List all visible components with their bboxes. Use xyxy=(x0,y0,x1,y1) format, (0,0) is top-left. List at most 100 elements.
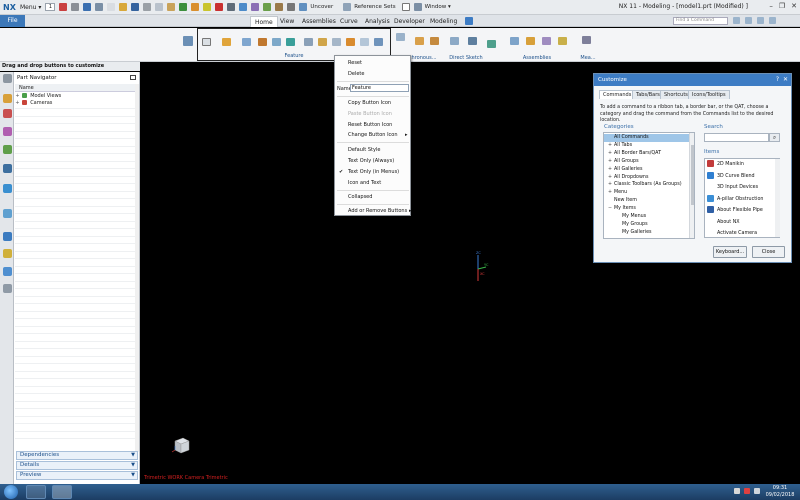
categories-scrollbar[interactable] xyxy=(689,133,694,238)
profile-icon[interactable] xyxy=(450,37,459,45)
assembly-navigator-icon[interactable] xyxy=(3,94,12,103)
hole-icon[interactable] xyxy=(272,38,281,46)
preview-panel-header[interactable]: Preview ▼ xyxy=(16,471,138,480)
tab-restore-icon[interactable] xyxy=(757,17,764,24)
tray-flag-icon[interactable] xyxy=(734,488,740,494)
move-component-icon[interactable] xyxy=(542,37,551,45)
tab-help-icon[interactable] xyxy=(733,17,740,24)
surface-icon[interactable] xyxy=(487,40,496,48)
tree-row-model-views[interactable]: + Model Views xyxy=(15,93,135,100)
uncover-label[interactable]: Uncover xyxy=(310,4,333,10)
tab-home[interactable]: Home xyxy=(250,16,278,27)
filter-icon[interactable] xyxy=(71,3,80,11)
tray-volume-icon[interactable] xyxy=(754,488,760,494)
extrude-icon[interactable] xyxy=(222,38,231,46)
system-clock[interactable]: 09:31 09/02/2018 xyxy=(764,485,796,499)
items-list[interactable]: 2D Manikin 3D Curve Blend 3D Input Devices… xyxy=(704,158,780,238)
system-scene-icon[interactable] xyxy=(3,284,12,293)
checkbox-icon[interactable] xyxy=(401,3,410,11)
taskbar-nx-icon[interactable] xyxy=(52,485,72,499)
select-icon[interactable] xyxy=(59,3,68,11)
edge-blend-icon[interactable] xyxy=(286,38,295,46)
expand-icon[interactable]: + xyxy=(606,189,614,197)
hd3d-tools-icon[interactable] xyxy=(3,164,12,173)
menu-item-reset[interactable]: Reset xyxy=(348,60,362,66)
manufacturing-wizard-icon[interactable] xyxy=(3,249,12,258)
constraint-navigator-icon[interactable] xyxy=(3,109,12,118)
window-icon[interactable] xyxy=(413,3,422,11)
minimize-button[interactable]: – xyxy=(769,2,773,10)
tree-row-cameras[interactable]: + Cameras xyxy=(15,100,135,107)
menu-item-icon-and-text[interactable]: Icon and Text xyxy=(348,180,381,186)
offset-region-icon[interactable] xyxy=(430,37,439,45)
measure-icon[interactable] xyxy=(275,3,284,11)
orientation-cube[interactable] xyxy=(171,435,191,455)
category-item[interactable]: + All Galleries xyxy=(604,166,690,174)
category-item[interactable]: + All Tabs xyxy=(604,142,690,150)
window-menu[interactable]: Window ▾ xyxy=(425,4,451,10)
open-icon[interactable] xyxy=(119,3,128,11)
command-item[interactable]: Activate Camera xyxy=(707,228,777,237)
chevron-down-icon[interactable]: ▼ xyxy=(131,452,135,459)
tab-star-icon[interactable] xyxy=(465,17,473,25)
history-icon[interactable] xyxy=(3,209,12,218)
search-icon[interactable]: ⌕ xyxy=(769,133,780,142)
help-icon[interactable]: ? xyxy=(776,74,779,86)
save-icon[interactable] xyxy=(131,3,140,11)
expand-icon[interactable]: + xyxy=(15,93,20,100)
start-button[interactable] xyxy=(4,485,18,499)
command-item[interactable]: 3D Input Devices xyxy=(707,182,777,194)
menu-item-change-button-icon[interactable]: Change Button Icon ▸ xyxy=(348,132,408,138)
draft-icon[interactable] xyxy=(346,38,355,46)
tab-icons-tooltips[interactable]: Icons/Tooltips xyxy=(688,90,730,99)
find-command-input[interactable]: Find a Command xyxy=(673,17,728,25)
dependencies-panel-header[interactable]: Dependencies ▼ xyxy=(16,451,138,460)
copy-icon[interactable] xyxy=(155,3,164,11)
process-studio-icon[interactable] xyxy=(3,232,12,241)
expand-icon[interactable]: + xyxy=(606,158,614,166)
category-item[interactable]: New Item xyxy=(604,197,690,205)
name-column-header[interactable]: Name xyxy=(15,84,135,92)
category-item[interactable]: + All Border Bars/QAT xyxy=(604,150,690,158)
expand-icon[interactable]: + xyxy=(606,166,614,174)
tab-assemblies[interactable]: Assemblies xyxy=(298,16,340,27)
snap-icon[interactable] xyxy=(191,3,200,11)
close-window-button[interactable]: ✕ xyxy=(791,2,797,10)
shell-icon[interactable] xyxy=(318,38,327,46)
expand-icon[interactable]: + xyxy=(606,150,614,158)
close-button[interactable]: Close xyxy=(752,246,785,258)
category-item[interactable]: My Groups xyxy=(604,221,690,229)
dialog-title-bar[interactable]: Customize xyxy=(594,74,791,86)
roles-icon[interactable] xyxy=(3,267,12,276)
ribbon-group-measure[interactable]: Mea... xyxy=(574,28,602,62)
details-panel-header[interactable]: Details ▼ xyxy=(16,461,138,470)
cut-icon[interactable] xyxy=(143,3,152,11)
reference-sets-icon[interactable] xyxy=(343,3,352,11)
category-item[interactable]: + All Dropdowns xyxy=(604,174,690,182)
line-icon[interactable] xyxy=(468,37,477,45)
expand-icon[interactable]: + xyxy=(15,100,20,107)
measure-distance-icon[interactable] xyxy=(582,36,591,44)
scrollbar-thumb[interactable] xyxy=(691,145,694,205)
tab-commands[interactable]: Commands xyxy=(599,90,636,99)
reuse-library-icon[interactable] xyxy=(3,145,12,154)
orient-icon[interactable] xyxy=(227,3,236,11)
tab-curve[interactable]: Curve xyxy=(336,16,362,27)
reference-sets-label[interactable]: Reference Sets xyxy=(354,4,395,10)
edit-object-icon[interactable] xyxy=(263,3,272,11)
menu-item-add-or-remove-buttons[interactable]: Add or Remove Buttons ▸ xyxy=(348,208,412,214)
menu-item-reset-button-icon[interactable]: Reset Button Icon xyxy=(348,122,392,128)
chamfer-icon[interactable] xyxy=(304,38,313,46)
chevron-down-icon[interactable]: ▼ xyxy=(131,472,135,479)
command-item[interactable]: A-pillar Obstruction xyxy=(707,194,777,206)
category-item[interactable]: My Galleries xyxy=(604,229,690,237)
category-item[interactable]: + All Groups xyxy=(604,158,690,166)
menu-item-delete[interactable]: Delete xyxy=(348,71,364,77)
category-item[interactable]: − My Items xyxy=(604,205,690,213)
tab-view[interactable]: View xyxy=(276,16,298,27)
category-item[interactable]: + Menu xyxy=(604,189,690,197)
move-face-icon[interactable] xyxy=(396,33,405,41)
ribbon-group-direct-sketch[interactable]: Direct Sketch xyxy=(446,28,486,62)
command-item[interactable]: About Flexible Pipe xyxy=(707,205,777,217)
chevron-down-icon[interactable]: ▼ xyxy=(131,462,135,469)
